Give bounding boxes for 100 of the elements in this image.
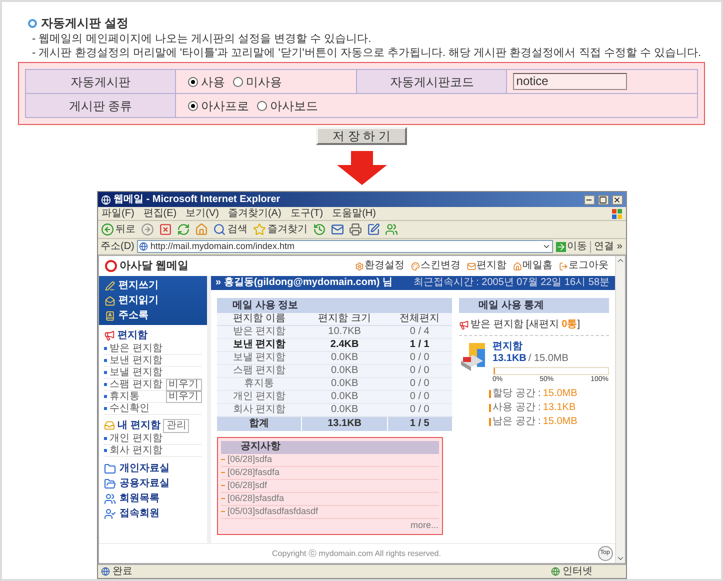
- user-check-icon: [104, 508, 116, 520]
- history-icon: [312, 223, 326, 236]
- menu-item[interactable]: 파일(F): [102, 208, 134, 220]
- header-link[interactable]: 환경설정: [354, 260, 404, 272]
- mailbox-link[interactable]: 보낸 편지함: [110, 354, 202, 366]
- notice-item[interactable]: [06/28]sdfa: [220, 454, 438, 466]
- folder-icon: [104, 463, 116, 475]
- save-button[interactable]: 저 장 하 기: [316, 127, 406, 145]
- open-folder-icon: [104, 478, 116, 490]
- bullet-icon: [104, 359, 106, 362]
- home-icon: [194, 223, 208, 236]
- notice-item[interactable]: [05/03]sdfasdfasfdasdf: [220, 506, 438, 518]
- radio-label: 아사프로: [201, 98, 249, 114]
- zone-text: 인터넷: [562, 566, 594, 578]
- header-link[interactable]: 스킨변경: [410, 260, 460, 272]
- scroll-down-icon[interactable]: [616, 554, 624, 563]
- mailbox-name: 편지함: [492, 341, 524, 353]
- more-link[interactable]: more...: [410, 518, 438, 530]
- close-button[interactable]: [612, 194, 622, 204]
- people-icon: [104, 493, 116, 505]
- star-icon: [252, 223, 266, 236]
- text-field[interactable]: notice: [513, 73, 628, 90]
- user-name: » 홍길동(gildong@mydomain.com) 님: [216, 277, 392, 289]
- toolbar-button[interactable]: [384, 223, 398, 236]
- mailbox-link[interactable]: 스팸 편지함: [110, 378, 166, 390]
- sidebar-link[interactable]: 공용자료실: [120, 478, 170, 490]
- bullet-icon: [104, 449, 106, 452]
- address-field[interactable]: http://mail.mydomain.com/index.htm: [137, 240, 554, 253]
- sidebar-menu-button[interactable]: 주소록: [98, 308, 206, 323]
- toolbar-button[interactable]: [312, 223, 326, 236]
- mailbox-link[interactable]: 받은 편지함: [110, 342, 202, 354]
- used-size: 13.1KB: [492, 353, 526, 365]
- sidebar-group-title: 내 편지함: [118, 420, 160, 432]
- maximize-button[interactable]: [598, 194, 608, 204]
- bullet-icon: [104, 407, 106, 410]
- megaphone-icon: [458, 320, 468, 330]
- mailbox-link[interactable]: 수신확인: [110, 402, 202, 414]
- dash-icon: [220, 498, 224, 499]
- new-mail-summary: 받은 편지함 [새편지 0통]: [470, 319, 580, 331]
- bullet-icon: [104, 383, 106, 386]
- mail-icon: [466, 262, 476, 270]
- sidebar-link[interactable]: 접속회원: [120, 508, 160, 520]
- toolbar-button[interactable]: 즐겨찾기: [252, 223, 308, 236]
- mailbox-link[interactable]: 회사 편지함: [110, 444, 202, 456]
- menu-item[interactable]: 도구(T): [290, 208, 324, 220]
- toolbar-button[interactable]: [330, 223, 344, 236]
- menu-item[interactable]: 도움말(H): [332, 208, 376, 220]
- bullet-icon: [104, 371, 106, 374]
- notice-item[interactable]: [06/28]sdf: [220, 480, 438, 492]
- bullet-icon: [28, 18, 37, 28]
- megaphone-icon: [104, 330, 114, 341]
- radio-button[interactable]: [257, 100, 267, 110]
- quota-value: 13.1KB: [542, 402, 576, 414]
- toolbar-button[interactable]: 검색: [212, 223, 248, 236]
- bullet-icon: [104, 395, 106, 398]
- description-text: - 게시판 환경설정의 머리말에 '타이틀'과 꼬리말에 '닫기'버튼이 자동으로 추가됩니다. 해당 게시판 환경설정에서 직접 수정할 수 있습니다.: [31, 46, 702, 60]
- quota-value: 15.0MB: [542, 416, 578, 428]
- go-button[interactable]: 이동: [556, 240, 588, 252]
- bullet-icon: [104, 347, 106, 350]
- manage-button[interactable]: 관리: [163, 418, 190, 432]
- sidebar-menu-button[interactable]: 편지읽기: [98, 293, 206, 308]
- radio-button[interactable]: [188, 100, 198, 110]
- sidebar-menu-button[interactable]: 편지쓰기: [98, 278, 206, 293]
- toolbar-button[interactable]: 뒤로: [100, 223, 136, 236]
- menu-item[interactable]: 즐겨찾기(A): [228, 208, 282, 220]
- menu-item[interactable]: 보기(V): [186, 208, 219, 220]
- quota-label: 남은 공간 :: [492, 416, 541, 428]
- toolbar-button[interactable]: [366, 223, 380, 236]
- radio-button[interactable]: [188, 76, 198, 86]
- toolbar-button[interactable]: [348, 223, 362, 236]
- dash-icon: [220, 511, 224, 512]
- empty-button[interactable]: 비우기: [166, 378, 202, 390]
- mailbox-link[interactable]: 휴지통: [110, 390, 166, 402]
- menu-item[interactable]: 편집(E): [143, 208, 177, 220]
- scrollbar[interactable]: [614, 256, 624, 563]
- close-icon: [613, 196, 621, 204]
- empty-button[interactable]: 비우기: [166, 390, 202, 402]
- notice-item[interactable]: [06/28]fasdfa: [220, 466, 438, 480]
- field-label: 자동게시판: [26, 70, 176, 94]
- toolbar-button[interactable]: [158, 223, 172, 236]
- notice-item[interactable]: [06/28]sfasdfa: [220, 492, 438, 506]
- inbox-icon: [104, 420, 114, 431]
- mailbox-link[interactable]: 개인 편지함: [110, 432, 202, 444]
- radio-button[interactable]: [233, 76, 243, 86]
- minimize-button[interactable]: [584, 194, 594, 204]
- scroll-up-icon[interactable]: [616, 256, 624, 265]
- field-label: 자동게시판코드: [356, 70, 507, 94]
- header-link[interactable]: 로그아웃: [558, 260, 608, 272]
- header-link[interactable]: 메일홈: [512, 260, 552, 272]
- sidebar-link[interactable]: 회원목록: [120, 493, 160, 505]
- toolbar-button[interactable]: [176, 223, 190, 236]
- people-icon: [384, 223, 398, 236]
- total-cell: 합계: [216, 416, 302, 430]
- header-link[interactable]: 편지함: [466, 260, 506, 272]
- links-button[interactable]: 연결 »: [590, 240, 622, 252]
- stats-title: 메일 사용 통계: [458, 298, 608, 313]
- copyright-text: Copyright ⓒ mydomain.com All rights reserved.: [272, 548, 441, 560]
- mailbox-link[interactable]: 보낼 편지함: [110, 366, 202, 378]
- sidebar-link[interactable]: 개인자료실: [120, 463, 170, 475]
- last-login: 최근접속시간 : 2005년 07월 22일 16시 58분: [413, 277, 610, 289]
